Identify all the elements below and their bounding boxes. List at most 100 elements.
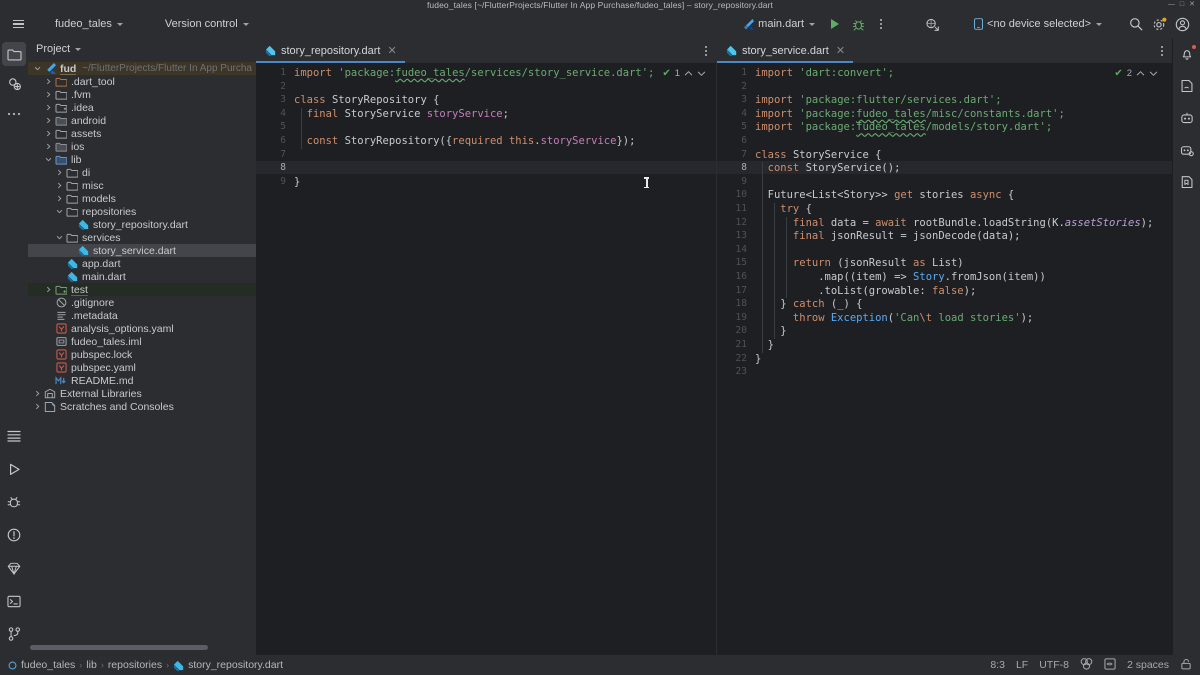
- inspection-widget-right[interactable]: ✔ 2: [1114, 68, 1158, 79]
- flutter-status-icon[interactable]: [1080, 657, 1093, 673]
- tree-toggle[interactable]: [43, 104, 54, 111]
- project-tree[interactable]: fudeo_tales ~/FlutterProjects/Flutter In …: [28, 60, 256, 655]
- code-line[interactable]: throw Exception('Can\t load stories');: [755, 312, 1033, 324]
- tree-item-fudeo-tales[interactable]: fudeo_tales ~/FlutterProjects/Flutter In …: [28, 62, 256, 75]
- tree-toggle[interactable]: [43, 130, 54, 137]
- sidebar-item-notifications[interactable]: [1175, 42, 1199, 66]
- code-line[interactable]: }: [294, 176, 300, 188]
- chevron-down-icon[interactable]: [697, 69, 706, 78]
- breadcrumb-item-lib[interactable]: lib: [86, 659, 97, 671]
- maximize-button[interactable]: □: [1180, 1, 1184, 8]
- tree-toggle[interactable]: [54, 182, 65, 189]
- code-line[interactable]: final data = await rootBundle.loadString…: [755, 217, 1153, 229]
- device-selector[interactable]: <no device selected>: [967, 14, 1109, 34]
- flutter-inspector-button[interactable]: [922, 14, 942, 34]
- code-line[interactable]: class StoryService {: [755, 149, 881, 161]
- tree-toggle[interactable]: [32, 403, 43, 410]
- main-menu-icon[interactable]: [8, 14, 28, 34]
- sidebar-item-git[interactable]: [2, 622, 26, 646]
- sidebar-item-debug[interactable]: [2, 490, 26, 514]
- lock-icon[interactable]: [1180, 658, 1192, 673]
- tree-item-idea[interactable]: .idea: [28, 101, 256, 114]
- chevron-down-icon[interactable]: [1149, 69, 1158, 78]
- tree-item-pubspec-yaml[interactable]: pubspec.yaml: [28, 361, 256, 374]
- version-control-widget[interactable]: Version control: [158, 14, 256, 34]
- code-line[interactable]: class StoryRepository {: [294, 94, 439, 106]
- sidebar-item-terminal[interactable]: [2, 589, 26, 613]
- tree-toggle[interactable]: [43, 78, 54, 85]
- tree-item-models[interactable]: models: [28, 192, 256, 205]
- tree-item-fudeo-tales-iml[interactable]: fudeo_tales.iml: [28, 335, 256, 348]
- tree-item-fvm[interactable]: .fvm: [28, 88, 256, 101]
- account-button[interactable]: [1172, 14, 1192, 34]
- tree-item-scratches-and-consoles[interactable]: Scratches and Consoles: [28, 400, 256, 413]
- sidebar-item-project[interactable]: [2, 42, 26, 66]
- search-everywhere-button[interactable]: [1126, 14, 1146, 34]
- indent-setting[interactable]: 2 spaces: [1127, 659, 1169, 671]
- tree-toggle[interactable]: [54, 195, 65, 202]
- code-line[interactable]: } catch (_) {: [755, 298, 862, 310]
- inspections-status-icon[interactable]: [1104, 657, 1116, 673]
- inspection-widget-left[interactable]: ✔ 1: [662, 68, 706, 79]
- tree-item-test[interactable]: test: [28, 283, 256, 296]
- close-button[interactable]: ✕: [1189, 1, 1195, 8]
- sidebar-item-ai-assistant[interactable]: [1175, 74, 1199, 98]
- more-actions-button[interactable]: [871, 14, 891, 34]
- tree-item-di[interactable]: di: [28, 166, 256, 179]
- code-line[interactable]: import 'package:fudeo_tales/services/sto…: [294, 67, 654, 79]
- tree-item-assets[interactable]: assets: [28, 127, 256, 140]
- run-configuration-selector[interactable]: main.dart: [737, 14, 822, 34]
- code-line[interactable]: .map((item) => Story.fromJson(item)): [755, 271, 1046, 283]
- code-line[interactable]: Future<List<Story>> get stories async {: [755, 189, 1015, 201]
- tree-toggle[interactable]: [43, 143, 54, 150]
- breadcrumb-item-repositories[interactable]: repositories: [108, 659, 162, 671]
- tree-toggle[interactable]: [54, 208, 65, 215]
- tree-item-readme-md[interactable]: README.md: [28, 374, 256, 387]
- tree-item-misc[interactable]: misc: [28, 179, 256, 192]
- sidebar-item-more[interactable]: [2, 102, 26, 126]
- tree-item-dart-tool[interactable]: .dart_tool: [28, 75, 256, 88]
- editor-options-button-right[interactable]: [1152, 38, 1172, 63]
- sidebar-item-problems[interactable]: [2, 523, 26, 547]
- tree-toggle[interactable]: [43, 117, 54, 124]
- project-selector[interactable]: fudeo_tales: [48, 14, 130, 34]
- code-line[interactable]: final jsonResult = jsonDecode(data);: [755, 230, 1021, 242]
- tree-toggle[interactable]: [43, 286, 54, 293]
- sidebar-item-commit[interactable]: [2, 72, 26, 96]
- tree-item-lib[interactable]: lib: [28, 153, 256, 166]
- chevron-up-icon[interactable]: [684, 69, 693, 78]
- chevron-up-icon[interactable]: [1136, 69, 1145, 78]
- code-line[interactable]: }: [755, 353, 761, 365]
- project-horizontal-scrollbar[interactable]: [28, 645, 256, 650]
- code-line[interactable]: .toList(growable: false);: [755, 285, 976, 297]
- tree-item-gitignore[interactable]: .gitignore: [28, 296, 256, 309]
- sidebar-item-flutter-outline[interactable]: [1175, 138, 1199, 162]
- code-line[interactable]: import 'package:flutter/services.dart';: [755, 94, 1002, 106]
- tree-toggle[interactable]: [43, 91, 54, 98]
- breadcrumb-item-story-repository-dart[interactable]: story_repository.dart: [173, 659, 283, 671]
- minimize-button[interactable]: —: [1168, 1, 1175, 8]
- code-line[interactable]: import 'package:fudeo_tales/misc/constan…: [755, 108, 1065, 120]
- line-separator[interactable]: LF: [1016, 659, 1028, 671]
- editor-options-button-left[interactable]: [696, 38, 716, 63]
- tree-item-external-libraries[interactable]: External Libraries: [28, 387, 256, 400]
- sidebar-item-dart-analysis[interactable]: [2, 556, 26, 580]
- sidebar-item-bookmarks[interactable]: [1175, 170, 1199, 194]
- code-editor-left[interactable]: ✔ 1 1 import 'package:fudeo_tales/service…: [256, 63, 716, 655]
- sidebar-item-run[interactable]: [2, 457, 26, 481]
- breadcrumb-item-fudeo-tales[interactable]: fudeo_tales: [8, 659, 75, 671]
- tree-item-story-repository-dart[interactable]: story_repository.dart: [28, 218, 256, 231]
- tab-story-service-dart[interactable]: story_service.dart ✕: [717, 38, 854, 63]
- debug-button[interactable]: [848, 14, 868, 34]
- tree-toggle[interactable]: [43, 156, 54, 163]
- tab-story-repository-dart[interactable]: story_repository.dart ✕: [256, 38, 405, 63]
- tree-item-android[interactable]: android: [28, 114, 256, 127]
- tree-toggle[interactable]: [32, 65, 43, 72]
- tree-item-app-dart[interactable]: app.dart: [28, 257, 256, 270]
- tree-item-analysis-options-yaml[interactable]: analysis_options.yaml: [28, 322, 256, 335]
- tree-toggle[interactable]: [54, 169, 65, 176]
- code-line[interactable]: final StoryService storyService;: [294, 108, 509, 120]
- tree-item-metadata[interactable]: .metadata: [28, 309, 256, 322]
- code-line[interactable]: }: [755, 325, 786, 337]
- code-editor-right[interactable]: ✔ 2 1 import 'dart:convert'; 2 3 import 'pac…: [717, 63, 1172, 655]
